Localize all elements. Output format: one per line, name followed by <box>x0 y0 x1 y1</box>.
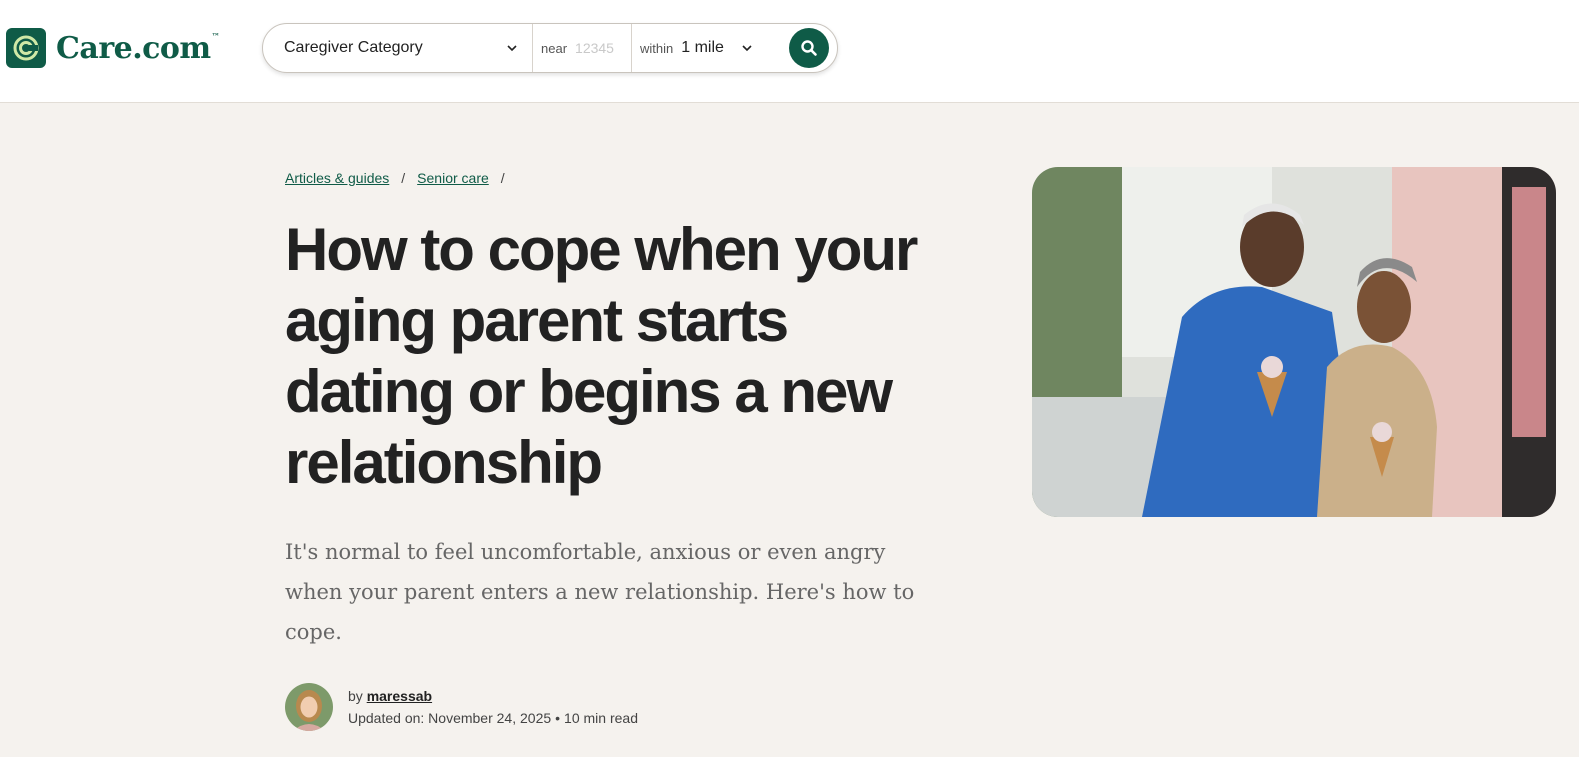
search-button[interactable] <box>789 28 829 68</box>
chevron-down-icon <box>742 45 752 52</box>
search-icon <box>801 40 817 56</box>
care-logo-icon <box>6 28 46 68</box>
author-byline: by maressab Updated on: November 24, 202… <box>285 683 638 731</box>
site-header: Care.com™ Caregiver Category near within… <box>0 0 1579 103</box>
zip-input[interactable] <box>575 40 622 56</box>
within-label: within <box>640 40 674 56</box>
breadcrumb-separator: / <box>401 170 406 186</box>
chevron-down-icon <box>507 45 517 52</box>
within-value: 1 mile <box>681 39 724 56</box>
breadcrumb-articles-guides[interactable]: Articles & guides <box>285 170 389 186</box>
hero-image <box>1032 167 1556 517</box>
near-label: near <box>541 40 568 56</box>
author-link[interactable]: maressab <box>367 688 432 704</box>
avatar[interactable] <box>285 683 333 731</box>
brand-name: Care.com™ <box>56 30 220 66</box>
within-distance-select[interactable]: within 1 mile <box>632 24 782 72</box>
breadcrumb-senior-care[interactable]: Senior care <box>417 170 489 186</box>
care-logo[interactable]: Care.com™ <box>6 28 220 68</box>
category-value: Caregiver Category <box>284 39 423 56</box>
updated-date: Updated on: November 24, 2025 <box>348 710 552 726</box>
breadcrumb: Articles & guides / Senior care / <box>285 170 517 186</box>
near-zip-field: near <box>533 24 632 72</box>
caregiver-category-select[interactable]: Caregiver Category <box>263 24 533 72</box>
article-subtitle: It's normal to feel uncomfortable, anxio… <box>285 540 915 644</box>
read-time: 10 min read <box>564 710 638 726</box>
article-title: How to cope when your aging parent start… <box>285 216 918 496</box>
author-meta: by maressab Updated on: November 24, 202… <box>348 685 638 729</box>
meta-separator: • <box>555 710 561 726</box>
breadcrumb-separator: / <box>500 170 505 186</box>
by-label: by <box>348 688 363 704</box>
search-bar: Caregiver Category near within 1 mile <box>262 23 838 73</box>
